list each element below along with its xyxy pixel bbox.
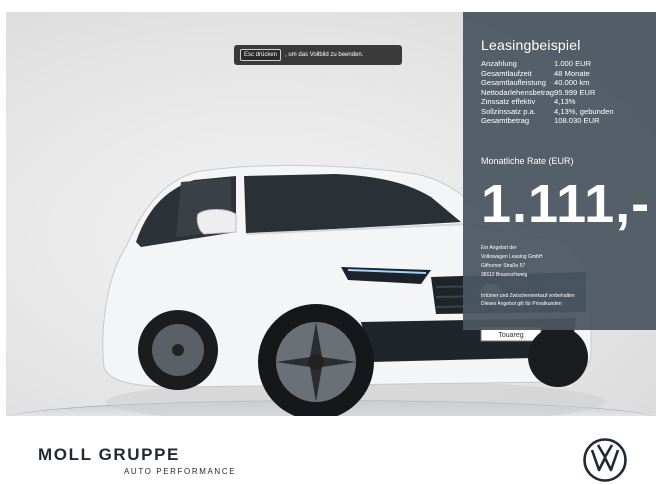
fullscreen-toast: Esc drücken , um das Vollbild zu beenden…	[234, 45, 402, 65]
term-row: Sollzinssatz p.a. 4,13%, gebunden	[481, 106, 614, 116]
term-row: Anzahlung 1.000 EUR	[481, 59, 592, 68]
term-row: Gesamtbetrag 108.030 EUR	[481, 116, 600, 125]
term-row: Gesamtlaufzeit 48 Monate	[481, 68, 590, 78]
leasing-panel: Leasingbeispiel Anzahlung 1.000 EUR Gesa…	[463, 12, 656, 330]
esc-key-hint: Esc drücken	[240, 49, 282, 61]
dealer-name: MOLL GRUPPE	[38, 445, 180, 464]
monthly-rate-label: Monatliche Rate (EUR)	[481, 156, 574, 166]
leasing-terms: Anzahlung 1.000 EUR Gesamtlaufzeit 48 Mo…	[481, 59, 656, 126]
leasing-title: Leasingbeispiel	[481, 37, 581, 53]
dealer-subtitle: AUTO PERFORMANCE	[124, 467, 237, 476]
vw-logo-icon	[583, 438, 627, 482]
monthly-rate-value: 1.111,-	[481, 174, 651, 234]
term-row: Zinssatz effektiv 4,13%	[481, 97, 576, 106]
toast-text: , um das Vollbild zu beenden.	[285, 52, 364, 58]
term-row: Gesamtlaufleistung 40.000 km	[481, 78, 590, 87]
disclaimer: Irrtümer und Zwischenverkauf vorbehalten…	[481, 293, 575, 307]
provider-info: Ein Angebot der Volkswagen Leasing GmbH …	[481, 245, 543, 278]
dealer-logo: MOLL GRUPPE AUTO PERFORMANCE	[38, 445, 236, 476]
license-plate: Touareg	[498, 332, 523, 339]
term-row: Nettodarlehensbetrag 95.999 EUR	[481, 87, 596, 97]
